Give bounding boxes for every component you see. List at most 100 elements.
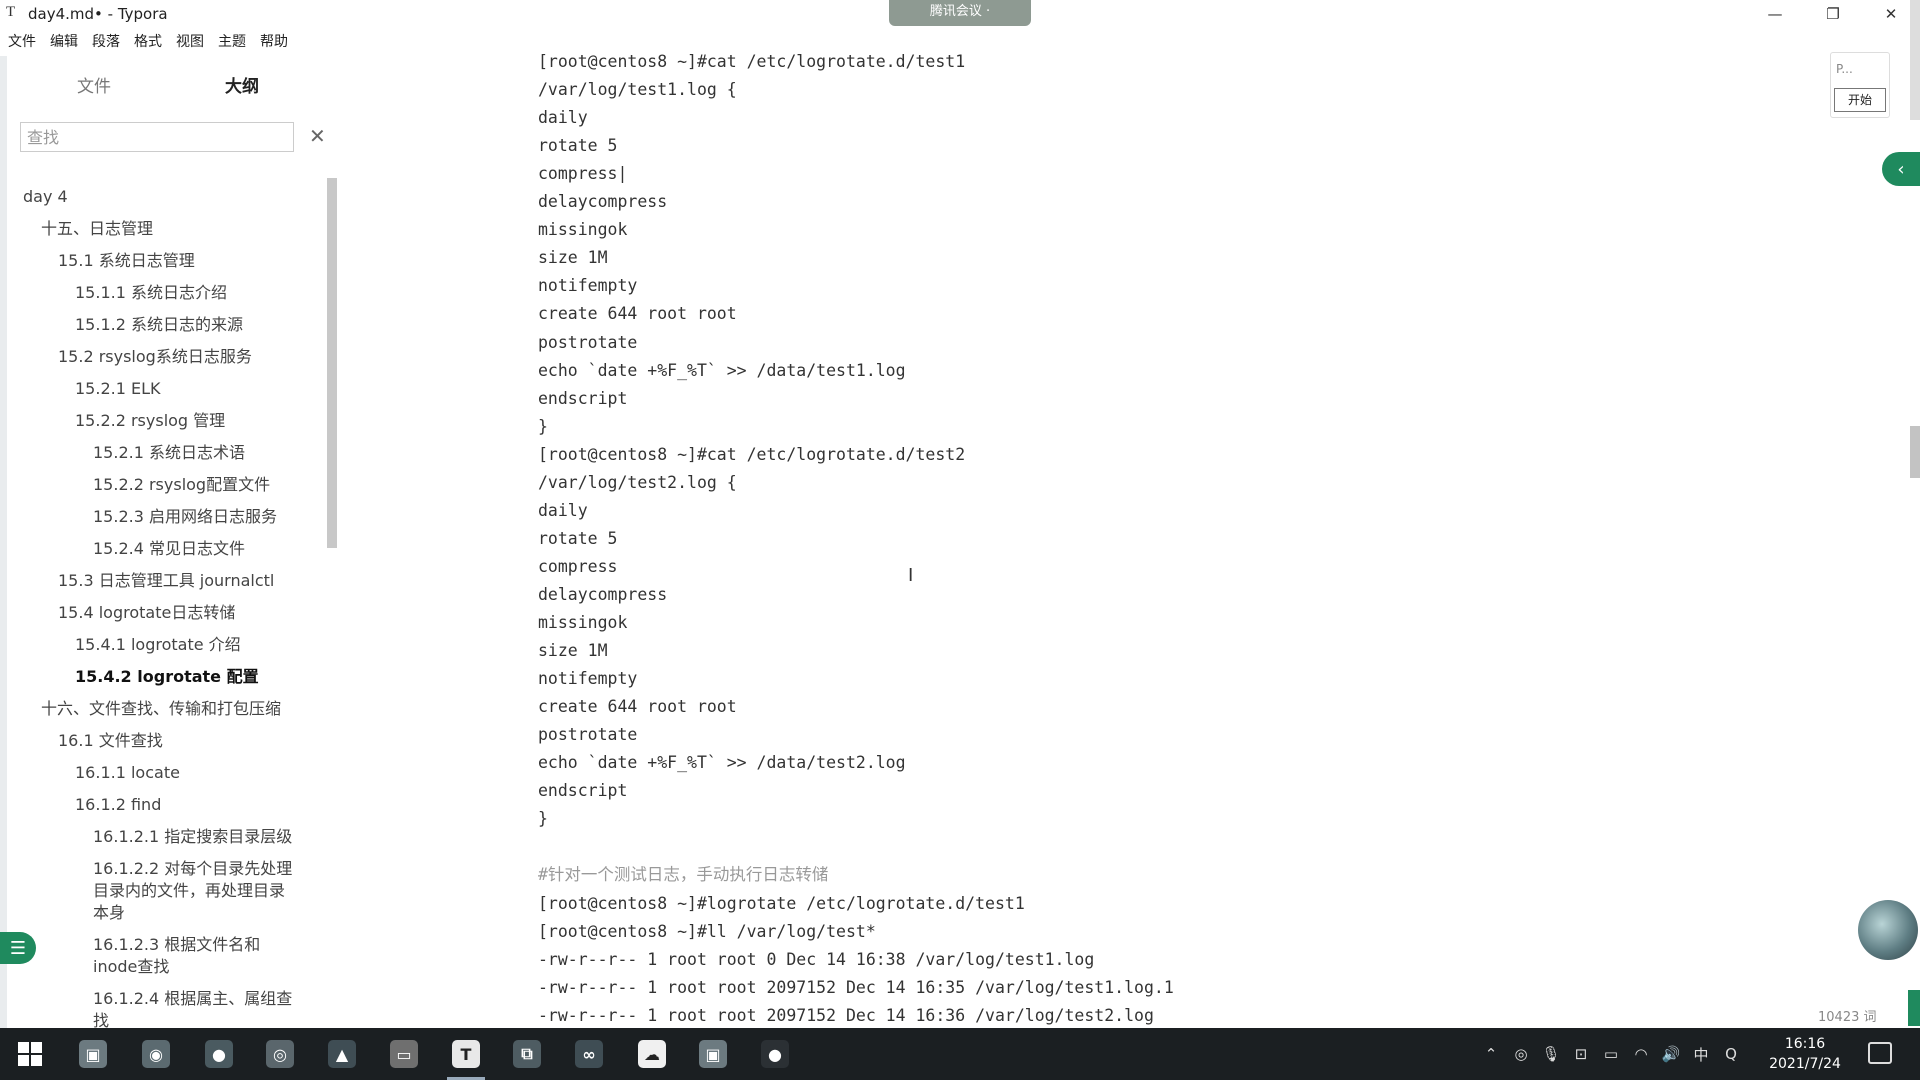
outline-toggle-button[interactable]: ☰: [0, 932, 36, 964]
outline-list: day 4 十五、日志管理 15.1 系统日志管理 15.1.1 系统日志介绍 15.1…: [7, 186, 317, 1028]
outline-item[interactable]: 16.1 文件查找: [58, 730, 297, 752]
outline-item[interactable]: 15.2.2 rsyslog 管理: [75, 410, 297, 432]
photos-app[interactable]: ▲: [319, 1034, 365, 1074]
sidebar-tabs: 文件 大纲: [7, 72, 317, 125]
recorder-app[interactable]: ●: [752, 1034, 798, 1074]
code-line: postrotate: [538, 725, 638, 745]
minimize-button[interactable]: —: [1746, 0, 1804, 28]
outline-item[interactable]: 15.1 系统日志管理: [58, 250, 297, 272]
word-count[interactable]: 10423 词: [1818, 1006, 1877, 1025]
menu-item[interactable]: 视图: [168, 30, 210, 54]
menu-item[interactable]: 编辑: [42, 30, 84, 54]
meeting-indicator[interactable]: 腾讯会议 ·: [889, 0, 1031, 26]
side-panel-tab[interactable]: [1908, 990, 1920, 1026]
code-line: [root@centos8 ~]#logrotate /etc/logrotat…: [538, 893, 1025, 913]
code-line: echo `date +%F_%T` >> /data/test2.log: [538, 753, 906, 773]
outline-item[interactable]: 15.3 日志管理工具 journalctl: [58, 570, 297, 592]
tray-app-q-icon[interactable]: Q: [1716, 1045, 1746, 1063]
fish-app[interactable]: ∞: [566, 1034, 612, 1074]
screenshot-app[interactable]: ▣: [70, 1034, 116, 1074]
menu-item[interactable]: 主题: [210, 30, 252, 54]
battery-icon[interactable]: ▭: [1596, 1045, 1626, 1063]
recorder-icon: ●: [761, 1040, 789, 1068]
outline-item[interactable]: 16.1.2.4 根据属主、属组查 找: [93, 988, 297, 1028]
ime-indicator[interactable]: 中: [1686, 1044, 1716, 1065]
code-line: notifempty: [538, 669, 638, 689]
code-line: rotate 5: [538, 528, 618, 548]
network-icon[interactable]: ◠: [1626, 1045, 1656, 1063]
sidebar-scrollbar[interactable]: [327, 178, 337, 548]
code-line: daily: [538, 108, 588, 128]
menu-item[interactable]: 格式: [126, 30, 168, 54]
code-line: delaycompress: [538, 584, 668, 604]
title-bar: T day4.md• - Typora 腾讯会议 · — ❐ ✕: [0, 0, 1920, 28]
outline-item[interactable]: 15.2.3 启用网络日志服务: [93, 506, 297, 528]
chrome-icon: ◉: [142, 1040, 170, 1068]
show-hidden-icons[interactable]: ⌃: [1476, 1045, 1506, 1063]
code-line: size 1M: [538, 248, 608, 268]
tray-app-icon[interactable]: ◎: [1506, 1045, 1536, 1063]
outline-search-input[interactable]: [20, 122, 294, 152]
outline-item[interactable]: 15.2.1 系统日志术语: [93, 442, 297, 464]
chrome-app[interactable]: ◉: [133, 1034, 179, 1074]
collapse-panel-button[interactable]: ‹: [1882, 152, 1920, 186]
start-button[interactable]: 开始: [1834, 88, 1886, 112]
menu-item[interactable]: 文件: [0, 30, 42, 54]
editor-scrollbar-thumb[interactable]: [1910, 426, 1920, 478]
code-line: compress|: [538, 164, 628, 184]
outline-item[interactable]: 15.2.4 常见日志文件: [93, 538, 297, 560]
clock[interactable]: 16:16 2021/7/24: [1755, 1034, 1855, 1074]
outline-item[interactable]: 十五、日志管理: [41, 218, 297, 240]
outline-item[interactable]: 16.1.1 locate: [75, 762, 297, 784]
cloud-icon: ☁: [638, 1040, 666, 1068]
editor-scrollbar-track: [1910, 0, 1920, 120]
avatar[interactable]: [1858, 900, 1918, 960]
code-line: endscript: [538, 388, 628, 408]
volume-icon[interactable]: 🔊: [1656, 1045, 1686, 1063]
outline-item[interactable]: 15.1.2 系统日志的来源: [75, 314, 297, 336]
code-line: -rw-r--r-- 1 root root 2097152 Dec 14 16…: [538, 977, 1174, 997]
notification-icon[interactable]: [1868, 1042, 1892, 1064]
outline-item[interactable]: 15.2 rsyslog系统日志服务: [58, 346, 297, 368]
microphone-icon[interactable]: 🎙: [1536, 1045, 1566, 1063]
cloud-app[interactable]: ☁: [629, 1034, 675, 1074]
fish-icon: ∞: [575, 1040, 603, 1068]
close-icon[interactable]: ✕: [309, 124, 326, 148]
outline-item[interactable]: 15.4.2 logrotate 配置: [75, 666, 297, 688]
outline-item[interactable]: day 4: [23, 186, 297, 208]
code-line: }: [538, 809, 548, 829]
netease-app[interactable]: ◎: [257, 1034, 303, 1074]
code-line: -rw-r--r-- 1 root root 2097152 Dec 14 16…: [538, 1005, 1154, 1025]
tab-files[interactable]: 文件: [77, 72, 111, 97]
wechat-app[interactable]: ●: [196, 1034, 242, 1074]
outline-item[interactable]: 15.1.1 系统日志介绍: [75, 282, 297, 304]
outline-item[interactable]: 16.1.2.2 对每个目录先处理 目录内的文件，再处理目录 本身: [93, 858, 297, 924]
outline-item[interactable]: 15.4 logrotate日志转储: [58, 602, 297, 624]
outline-item[interactable]: 15.2.2 rsyslog配置文件: [93, 474, 297, 496]
outline-item[interactable]: 16.1.2.3 根据文件名和 inode查找: [93, 934, 297, 978]
vm-app[interactable]: ⧉: [504, 1034, 550, 1074]
menu-item[interactable]: 段落: [84, 30, 126, 54]
code-line: [root@centos8 ~]#cat /etc/logrotate.d/te…: [538, 52, 966, 71]
outline-item[interactable]: 16.1.2 find: [75, 794, 297, 816]
restore-button[interactable]: ❐: [1804, 0, 1862, 28]
outline-item[interactable]: 15.4.1 logrotate 介绍: [75, 634, 297, 656]
screenshot2-app[interactable]: ▣: [690, 1034, 736, 1074]
outline-item[interactable]: 十六、文件查找、传输和打包压缩: [41, 698, 297, 720]
windows-start-icon[interactable]: [18, 1042, 42, 1066]
code-line: create 644 root root: [538, 697, 737, 717]
menu-bar: 文件 编辑 段落 格式 视图 主题 帮助: [0, 30, 294, 54]
code-line: -rw-r--r-- 1 root root 0 Dec 14 16:38 /v…: [538, 949, 1095, 969]
outline-item[interactable]: 16.1.2.1 指定搜索目录层级: [93, 826, 297, 848]
typora-app[interactable]: T: [443, 1034, 489, 1080]
outline-item[interactable]: 15.2.1 ELK: [75, 378, 297, 400]
display-icon[interactable]: ⊡: [1566, 1045, 1596, 1063]
tab-outline[interactable]: 大纲: [225, 72, 259, 97]
screenshot-icon: ▣: [79, 1040, 107, 1068]
code-line: postrotate: [538, 332, 638, 352]
menu-item[interactable]: 帮助: [252, 30, 294, 54]
code-comment: #针对一个测试日志，手动执行日志转储: [538, 865, 829, 885]
explorer-app[interactable]: ▭: [381, 1034, 427, 1074]
editor[interactable]: [root@centos8 ~]#cat /etc/logrotate.d/te…: [338, 30, 1908, 1028]
clock-date: 2021/7/24: [1769, 1056, 1841, 1072]
